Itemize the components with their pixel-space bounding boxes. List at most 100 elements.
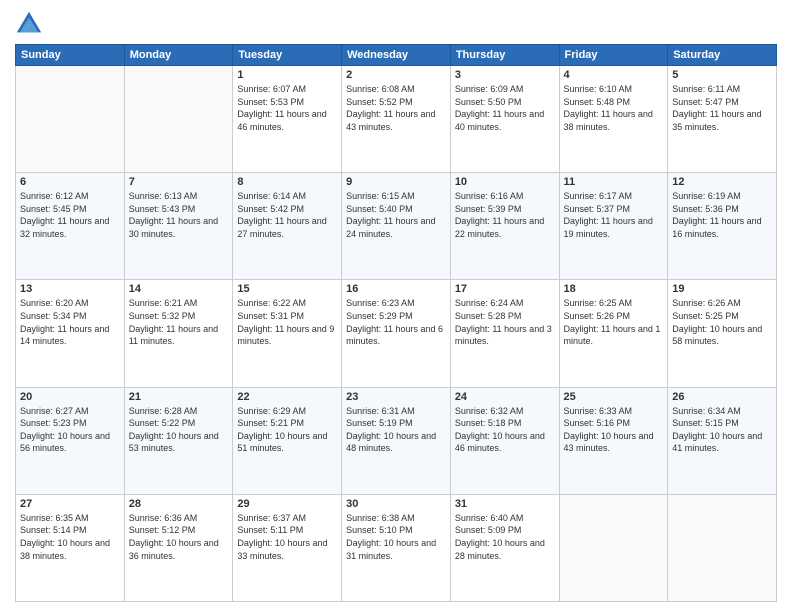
day-number: 16 <box>346 283 446 295</box>
calendar-cell: 15Sunrise: 6:22 AM Sunset: 5:31 PM Dayli… <box>233 280 342 387</box>
day-number: 12 <box>672 176 772 188</box>
day-info: Sunrise: 6:27 AM Sunset: 5:23 PM Dayligh… <box>20 405 120 455</box>
calendar-cell: 22 Sunrise: 6:29 AM Sunset: 5:21 PM Dayli… <box>233 387 342 494</box>
day-number: 14 <box>129 283 229 295</box>
day-number: 15 <box>237 283 337 295</box>
day-number: 30 <box>346 498 446 510</box>
calendar-cell: 4Sunrise: 6:10 AM Sunset: 5:48 PM Daylig… <box>559 66 668 173</box>
calendar-cell: 7 Sunrise: 6:13 AM Sunset: 5:43 PM Daylig… <box>124 173 233 280</box>
day-number: 3 <box>455 69 555 81</box>
calendar-cell <box>124 66 233 173</box>
calendar-header-thursday: Thursday <box>450 45 559 66</box>
calendar-cell: 10Sunrise: 6:16 AM Sunset: 5:39 PM Dayli… <box>450 173 559 280</box>
calendar-cell: 12 Sunrise: 6:19 AM Sunset: 5:36 PM Dayli… <box>668 173 777 280</box>
day-number: 11 <box>564 176 664 188</box>
day-number: 7 <box>129 176 229 188</box>
day-number: 9 <box>346 176 446 188</box>
day-info: Sunrise: 6:11 AM Sunset: 5:47 PM Dayligh… <box>672 83 772 133</box>
calendar-cell: 8 Sunrise: 6:14 AM Sunset: 5:42 PM Daylig… <box>233 173 342 280</box>
calendar-header-friday: Friday <box>559 45 668 66</box>
calendar-week-1: 1 Sunrise: 6:07 AM Sunset: 5:53 PM Daylig… <box>16 66 777 173</box>
day-number: 13 <box>20 283 120 295</box>
day-info: Sunrise: 6:32 AM Sunset: 5:18 PM Dayligh… <box>455 405 555 455</box>
calendar-cell: 28 Sunrise: 6:36 AM Sunset: 5:12 PM Dayli… <box>124 494 233 601</box>
calendar-week-3: 13 Sunrise: 6:20 AM Sunset: 5:34 PM Dayli… <box>16 280 777 387</box>
day-info: Sunrise: 6:24 AM Sunset: 5:28 PM Dayligh… <box>455 297 555 347</box>
day-info: Sunrise: 6:40 AM Sunset: 5:09 PM Dayligh… <box>455 512 555 562</box>
calendar-cell <box>668 494 777 601</box>
day-info: Sunrise: 6:37 AM Sunset: 5:11 PM Dayligh… <box>237 512 337 562</box>
day-info: Sunrise: 6:13 AM Sunset: 5:43 PM Dayligh… <box>129 190 229 240</box>
day-number: 8 <box>237 176 337 188</box>
day-info: Sunrise: 6:28 AM Sunset: 5:22 PM Dayligh… <box>129 405 229 455</box>
day-number: 2 <box>346 69 446 81</box>
day-number: 18 <box>564 283 664 295</box>
calendar-cell: 23 Sunrise: 6:31 AM Sunset: 5:19 PM Dayli… <box>342 387 451 494</box>
day-info: Sunrise: 6:14 AM Sunset: 5:42 PM Dayligh… <box>237 190 337 240</box>
calendar-cell: 6Sunrise: 6:12 AM Sunset: 5:45 PM Daylig… <box>16 173 125 280</box>
logo <box>15 10 47 38</box>
calendar-cell: 9Sunrise: 6:15 AM Sunset: 5:40 PM Daylig… <box>342 173 451 280</box>
calendar-cell: 1 Sunrise: 6:07 AM Sunset: 5:53 PM Daylig… <box>233 66 342 173</box>
calendar-header-tuesday: Tuesday <box>233 45 342 66</box>
day-info: Sunrise: 6:36 AM Sunset: 5:12 PM Dayligh… <box>129 512 229 562</box>
calendar-cell: 11 Sunrise: 6:17 AM Sunset: 5:37 PM Dayli… <box>559 173 668 280</box>
calendar-cell <box>16 66 125 173</box>
day-info: Sunrise: 6:38 AM Sunset: 5:10 PM Dayligh… <box>346 512 446 562</box>
calendar-cell: 13 Sunrise: 6:20 AM Sunset: 5:34 PM Dayli… <box>16 280 125 387</box>
calendar-header-saturday: Saturday <box>668 45 777 66</box>
day-number: 1 <box>237 69 337 81</box>
day-number: 25 <box>564 391 664 403</box>
day-number: 23 <box>346 391 446 403</box>
calendar-cell: 3Sunrise: 6:09 AM Sunset: 5:50 PM Daylig… <box>450 66 559 173</box>
day-number: 26 <box>672 391 772 403</box>
calendar-cell: 18 Sunrise: 6:25 AM Sunset: 5:26 PM Dayli… <box>559 280 668 387</box>
day-info: Sunrise: 6:26 AM Sunset: 5:25 PM Dayligh… <box>672 297 772 347</box>
day-info: Sunrise: 6:35 AM Sunset: 5:14 PM Dayligh… <box>20 512 120 562</box>
calendar-header-wednesday: Wednesday <box>342 45 451 66</box>
calendar-cell <box>559 494 668 601</box>
calendar-cell: 29 Sunrise: 6:37 AM Sunset: 5:11 PM Dayli… <box>233 494 342 601</box>
calendar-cell: 27 Sunrise: 6:35 AM Sunset: 5:14 PM Dayli… <box>16 494 125 601</box>
day-info: Sunrise: 6:08 AM Sunset: 5:52 PM Dayligh… <box>346 83 446 133</box>
day-number: 4 <box>564 69 664 81</box>
calendar-cell: 19 Sunrise: 6:26 AM Sunset: 5:25 PM Dayli… <box>668 280 777 387</box>
day-info: Sunrise: 6:25 AM Sunset: 5:26 PM Dayligh… <box>564 297 664 347</box>
day-number: 29 <box>237 498 337 510</box>
day-number: 5 <box>672 69 772 81</box>
calendar-cell: 14 Sunrise: 6:21 AM Sunset: 5:32 PM Dayli… <box>124 280 233 387</box>
day-number: 17 <box>455 283 555 295</box>
day-info: Sunrise: 6:19 AM Sunset: 5:36 PM Dayligh… <box>672 190 772 240</box>
logo-icon <box>15 10 43 38</box>
day-info: Sunrise: 6:29 AM Sunset: 5:21 PM Dayligh… <box>237 405 337 455</box>
calendar-cell: 31 Sunrise: 6:40 AM Sunset: 5:09 PM Dayli… <box>450 494 559 601</box>
calendar-week-2: 6Sunrise: 6:12 AM Sunset: 5:45 PM Daylig… <box>16 173 777 280</box>
day-info: Sunrise: 6:34 AM Sunset: 5:15 PM Dayligh… <box>672 405 772 455</box>
day-number: 22 <box>237 391 337 403</box>
day-number: 27 <box>20 498 120 510</box>
calendar-cell: 2 Sunrise: 6:08 AM Sunset: 5:52 PM Daylig… <box>342 66 451 173</box>
calendar-header-sunday: Sunday <box>16 45 125 66</box>
day-number: 24 <box>455 391 555 403</box>
day-info: Sunrise: 6:31 AM Sunset: 5:19 PM Dayligh… <box>346 405 446 455</box>
calendar-cell: 21 Sunrise: 6:28 AM Sunset: 5:22 PM Dayli… <box>124 387 233 494</box>
calendar-cell: 26 Sunrise: 6:34 AM Sunset: 5:15 PM Dayli… <box>668 387 777 494</box>
day-number: 21 <box>129 391 229 403</box>
day-info: Sunrise: 6:23 AM Sunset: 5:29 PM Dayligh… <box>346 297 446 347</box>
day-number: 20 <box>20 391 120 403</box>
day-number: 19 <box>672 283 772 295</box>
day-info: Sunrise: 6:16 AM Sunset: 5:39 PM Dayligh… <box>455 190 555 240</box>
day-info: Sunrise: 6:21 AM Sunset: 5:32 PM Dayligh… <box>129 297 229 347</box>
calendar-cell: 20 Sunrise: 6:27 AM Sunset: 5:23 PM Dayli… <box>16 387 125 494</box>
day-info: Sunrise: 6:07 AM Sunset: 5:53 PM Dayligh… <box>237 83 337 133</box>
day-info: Sunrise: 6:20 AM Sunset: 5:34 PM Dayligh… <box>20 297 120 347</box>
day-number: 28 <box>129 498 229 510</box>
calendar-cell: 5 Sunrise: 6:11 AM Sunset: 5:47 PM Daylig… <box>668 66 777 173</box>
header <box>15 10 777 38</box>
calendar-header-row: SundayMondayTuesdayWednesdayThursdayFrid… <box>16 45 777 66</box>
day-info: Sunrise: 6:17 AM Sunset: 5:37 PM Dayligh… <box>564 190 664 240</box>
day-number: 31 <box>455 498 555 510</box>
calendar-table: SundayMondayTuesdayWednesdayThursdayFrid… <box>15 44 777 602</box>
calendar-cell: 16 Sunrise: 6:23 AM Sunset: 5:29 PM Dayli… <box>342 280 451 387</box>
calendar-week-5: 27 Sunrise: 6:35 AM Sunset: 5:14 PM Dayli… <box>16 494 777 601</box>
